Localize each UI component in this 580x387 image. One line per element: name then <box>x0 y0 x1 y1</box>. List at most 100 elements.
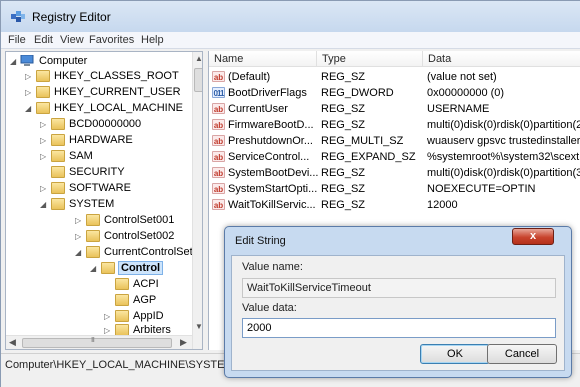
tree-label: HARDWARE <box>69 134 133 146</box>
collapsed-arrow-icon[interactable]: ▷ <box>40 120 49 129</box>
value-name: WaitToKillServic... <box>228 199 316 211</box>
expanded-arrow-icon[interactable]: ◢ <box>10 57 19 66</box>
tree-label: ControlSet002 <box>104 230 175 242</box>
folder-icon <box>51 198 65 210</box>
value-name-field: WaitToKillServiceTimeout <box>242 278 556 298</box>
tree-label: HKEY_CURRENT_USER <box>54 86 181 98</box>
value-row[interactable]: ab SystemStartOpti... REG_SZ NOEXECUTE=O… <box>209 182 580 197</box>
menu-edit[interactable]: Edit <box>34 34 53 46</box>
value-data: multi(0)disk(0)rdisk(0)partition(2) <box>427 119 580 131</box>
registry-tree[interactable]: ◢ Computer ▷ HKEY_CLASSES_ROOT ▷ HKEY_CU… <box>5 51 203 350</box>
tree-label: SECURITY <box>69 166 125 178</box>
edit-string-dialog: Edit String x Value name: WaitToKillServ… <box>224 226 572 378</box>
folder-icon <box>86 214 100 226</box>
menu-favorites[interactable]: Favorites <box>89 34 134 46</box>
tree-label-selected: Control <box>118 261 164 275</box>
value-data: wuauserv gpsvc trustedinstaller <box>427 135 580 147</box>
value-type: REG_SZ <box>321 167 366 179</box>
value-row[interactable]: 011 BootDriverFlags REG_DWORD 0x00000000… <box>209 86 580 101</box>
tree-label-computer: Computer <box>39 55 88 67</box>
string-value-icon: ab <box>212 151 225 162</box>
folder-icon <box>115 278 129 290</box>
folder-icon <box>115 294 129 306</box>
value-row[interactable]: ab (Default) REG_SZ (value not set) <box>209 70 580 85</box>
value-row[interactable]: ab FirmwareBootD... REG_SZ multi(0)disk(… <box>209 118 580 133</box>
column-header-data[interactable]: Data <box>423 51 580 67</box>
folder-icon <box>86 230 100 242</box>
title-bar[interactable]: Registry Editor <box>1 1 580 32</box>
folder-icon <box>86 246 100 258</box>
scrollbar-thumb[interactable] <box>22 338 172 348</box>
expanded-arrow-icon[interactable]: ◢ <box>25 104 34 113</box>
string-value-icon: ab <box>212 103 225 114</box>
folder-icon <box>51 182 65 194</box>
collapsed-arrow-icon[interactable]: ▷ <box>104 326 113 335</box>
value-name: CurrentUser <box>228 103 288 115</box>
value-type: REG_SZ <box>321 119 366 131</box>
value-row[interactable]: ab ServiceControl... REG_EXPAND_SZ %syst… <box>209 150 580 165</box>
expanded-arrow-icon[interactable]: ◢ <box>90 264 99 273</box>
value-data: USERNAME <box>427 103 490 115</box>
collapsed-arrow-icon[interactable]: ▷ <box>104 312 113 321</box>
value-data: (value not set) <box>427 71 497 83</box>
ok-button[interactable]: OK <box>420 344 490 364</box>
value-name: FirmwareBootD... <box>228 119 314 131</box>
expanded-arrow-icon[interactable]: ◢ <box>40 200 49 209</box>
string-value-icon: ab <box>212 71 225 82</box>
column-header-name[interactable]: Name <box>209 51 317 67</box>
scroll-left-arrow-icon[interactable]: ◀ <box>9 337 16 348</box>
collapsed-arrow-icon[interactable]: ▷ <box>75 232 84 241</box>
folder-icon <box>51 150 65 162</box>
menu-bar: File Edit View Favorites Help <box>1 32 580 49</box>
value-data: 12000 <box>427 199 458 211</box>
collapsed-arrow-icon[interactable]: ▷ <box>25 72 34 81</box>
scroll-down-arrow-icon[interactable]: ▼ <box>195 322 202 331</box>
folder-icon <box>36 86 50 98</box>
folder-icon <box>51 166 65 178</box>
string-value-icon: ab <box>212 119 225 130</box>
scroll-right-arrow-icon[interactable]: ▶ <box>180 337 187 348</box>
value-data-label: Value data: <box>242 302 297 314</box>
folder-icon <box>51 134 65 146</box>
scrollbar-grip-icon: III <box>91 337 95 344</box>
cancel-button[interactable]: Cancel <box>487 344 557 364</box>
collapsed-arrow-icon[interactable]: ▷ <box>25 88 34 97</box>
collapsed-arrow-icon[interactable]: ▷ <box>40 184 49 193</box>
binary-value-icon: 011 <box>212 87 225 98</box>
column-header-type[interactable]: Type <box>317 51 423 67</box>
value-row[interactable]: ab CurrentUser REG_SZ USERNAME <box>209 102 580 117</box>
collapsed-arrow-icon[interactable]: ▷ <box>75 216 84 225</box>
value-row[interactable]: ab SystemBootDevi... REG_SZ multi(0)disk… <box>209 166 580 181</box>
scrollbar-thumb[interactable] <box>194 68 202 92</box>
value-name: BootDriverFlags <box>228 87 307 99</box>
tree-label: SAM <box>69 150 93 162</box>
tree-label: AGP <box>133 294 157 306</box>
expanded-arrow-icon[interactable]: ◢ <box>75 248 84 257</box>
value-row[interactable]: ab WaitToKillServic... REG_SZ 12000 <box>209 198 580 213</box>
close-button[interactable]: x <box>512 228 554 245</box>
tree-label: SYSTEM <box>69 198 115 210</box>
menu-file[interactable]: File <box>8 34 26 46</box>
value-row[interactable]: ab PreshutdownOr... REG_MULTI_SZ wuauser… <box>209 134 580 149</box>
tree-label: ACPI <box>133 278 159 290</box>
value-data: %systemroot%\system32\scext.dll <box>427 151 580 163</box>
value-type: REG_SZ <box>321 71 366 83</box>
folder-icon <box>36 102 50 114</box>
status-path: Computer\HKEY_LOCAL_MACHINE\SYSTEM <box>5 359 234 371</box>
tree-vertical-scrollbar[interactable]: ▲ ▼ <box>192 52 202 349</box>
value-name: (Default) <box>228 71 271 83</box>
menu-view[interactable]: View <box>60 34 84 46</box>
tree-horizontal-scrollbar[interactable]: ◀ III ▶ <box>6 335 192 349</box>
scroll-up-arrow-icon[interactable]: ▲ <box>195 54 202 63</box>
collapsed-arrow-icon[interactable]: ▷ <box>40 152 49 161</box>
value-data-input[interactable] <box>242 318 556 338</box>
folder-open-icon <box>101 262 115 274</box>
tree-label: HKEY_LOCAL_MACHINE <box>54 102 183 114</box>
value-name-label: Value name: <box>242 261 303 273</box>
tree-label: AppID <box>133 310 164 322</box>
menu-help[interactable]: Help <box>141 34 164 46</box>
window-title: Registry Editor <box>32 10 111 24</box>
collapsed-arrow-icon[interactable]: ▷ <box>40 136 49 145</box>
value-type: REG_MULTI_SZ <box>321 135 404 147</box>
value-type: REG_EXPAND_SZ <box>321 151 416 163</box>
